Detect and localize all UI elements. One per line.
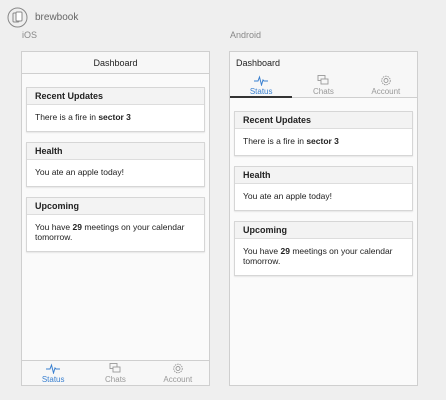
tab-status[interactable]: Status <box>22 361 84 385</box>
card-title: Recent Updates <box>235 112 412 129</box>
app-brand: brewbook <box>7 7 78 28</box>
card-text: You have 29 meetings on your calendar to… <box>243 246 393 266</box>
card-text: There is a fire in sector 3 <box>243 136 339 146</box>
tab-label: Chats <box>313 87 334 96</box>
tab-status[interactable]: Status <box>230 74 293 98</box>
app-name: brewbook <box>35 12 79 23</box>
brewbook-logo-icon <box>7 7 28 28</box>
android-card-upcoming: Upcoming You have 29 meetings on your ca… <box>234 221 413 276</box>
android-page-title: Dashboard <box>236 58 281 68</box>
card-title: Recent Updates <box>27 88 204 105</box>
tab-chats[interactable]: Chats <box>84 361 146 385</box>
chat-icon <box>110 362 121 372</box>
chat-icon <box>318 75 329 85</box>
android-tabbar: Status Chats Account <box>230 74 417 98</box>
android-card-health: Health You ate an apple today! <box>234 166 413 211</box>
card-text: You ate an apple today! <box>243 191 333 201</box>
pulse-icon <box>254 75 269 86</box>
ios-card-health: Health You ate an apple today! <box>26 142 205 187</box>
tab-label: Status <box>41 374 65 384</box>
ios-content: Recent Updates There is a fire in sector… <box>22 87 209 262</box>
ios-platform-label: iOS <box>22 30 38 40</box>
ios-device-frame: Dashboard Recent Updates There is a fire… <box>21 51 210 386</box>
card-title: Health <box>27 143 204 160</box>
ios-tabbar: Status Chats Account <box>22 360 209 385</box>
android-content: Recent Updates There is a fire in sector… <box>230 111 417 286</box>
pulse-icon <box>46 362 61 374</box>
ios-navbar: Dashboard <box>22 52 209 74</box>
card-title: Upcoming <box>235 222 412 239</box>
card-title: Health <box>235 167 412 184</box>
card-text: You have 29 meetings on your calendar to… <box>35 222 185 242</box>
android-device-frame: Dashboard Status Chats Account Recent Up… <box>229 51 418 386</box>
android-card-recent-updates: Recent Updates There is a fire in sector… <box>234 111 413 156</box>
android-platform-label: Android <box>230 30 262 40</box>
tab-account[interactable]: Account <box>147 361 209 385</box>
card-text: You ate an apple today! <box>35 167 125 177</box>
gear-icon <box>173 363 183 373</box>
ios-card-upcoming: Upcoming You have 29 meetings on your ca… <box>26 197 205 252</box>
android-toolbar: Dashboard <box>230 52 417 74</box>
tab-account[interactable]: Account <box>355 74 417 97</box>
tab-label: Status <box>249 87 273 96</box>
tab-label: Chats <box>105 374 126 384</box>
card-title: Upcoming <box>27 198 204 215</box>
tab-label: Account <box>163 374 193 384</box>
card-text: There is a fire in sector 3 <box>35 112 131 122</box>
ios-card-recent-updates: Recent Updates There is a fire in sector… <box>26 87 205 132</box>
tab-label: Account <box>371 87 401 96</box>
ios-page-title: Dashboard <box>93 57 138 68</box>
gear-icon <box>381 75 391 86</box>
tab-chats[interactable]: Chats <box>292 74 354 97</box>
